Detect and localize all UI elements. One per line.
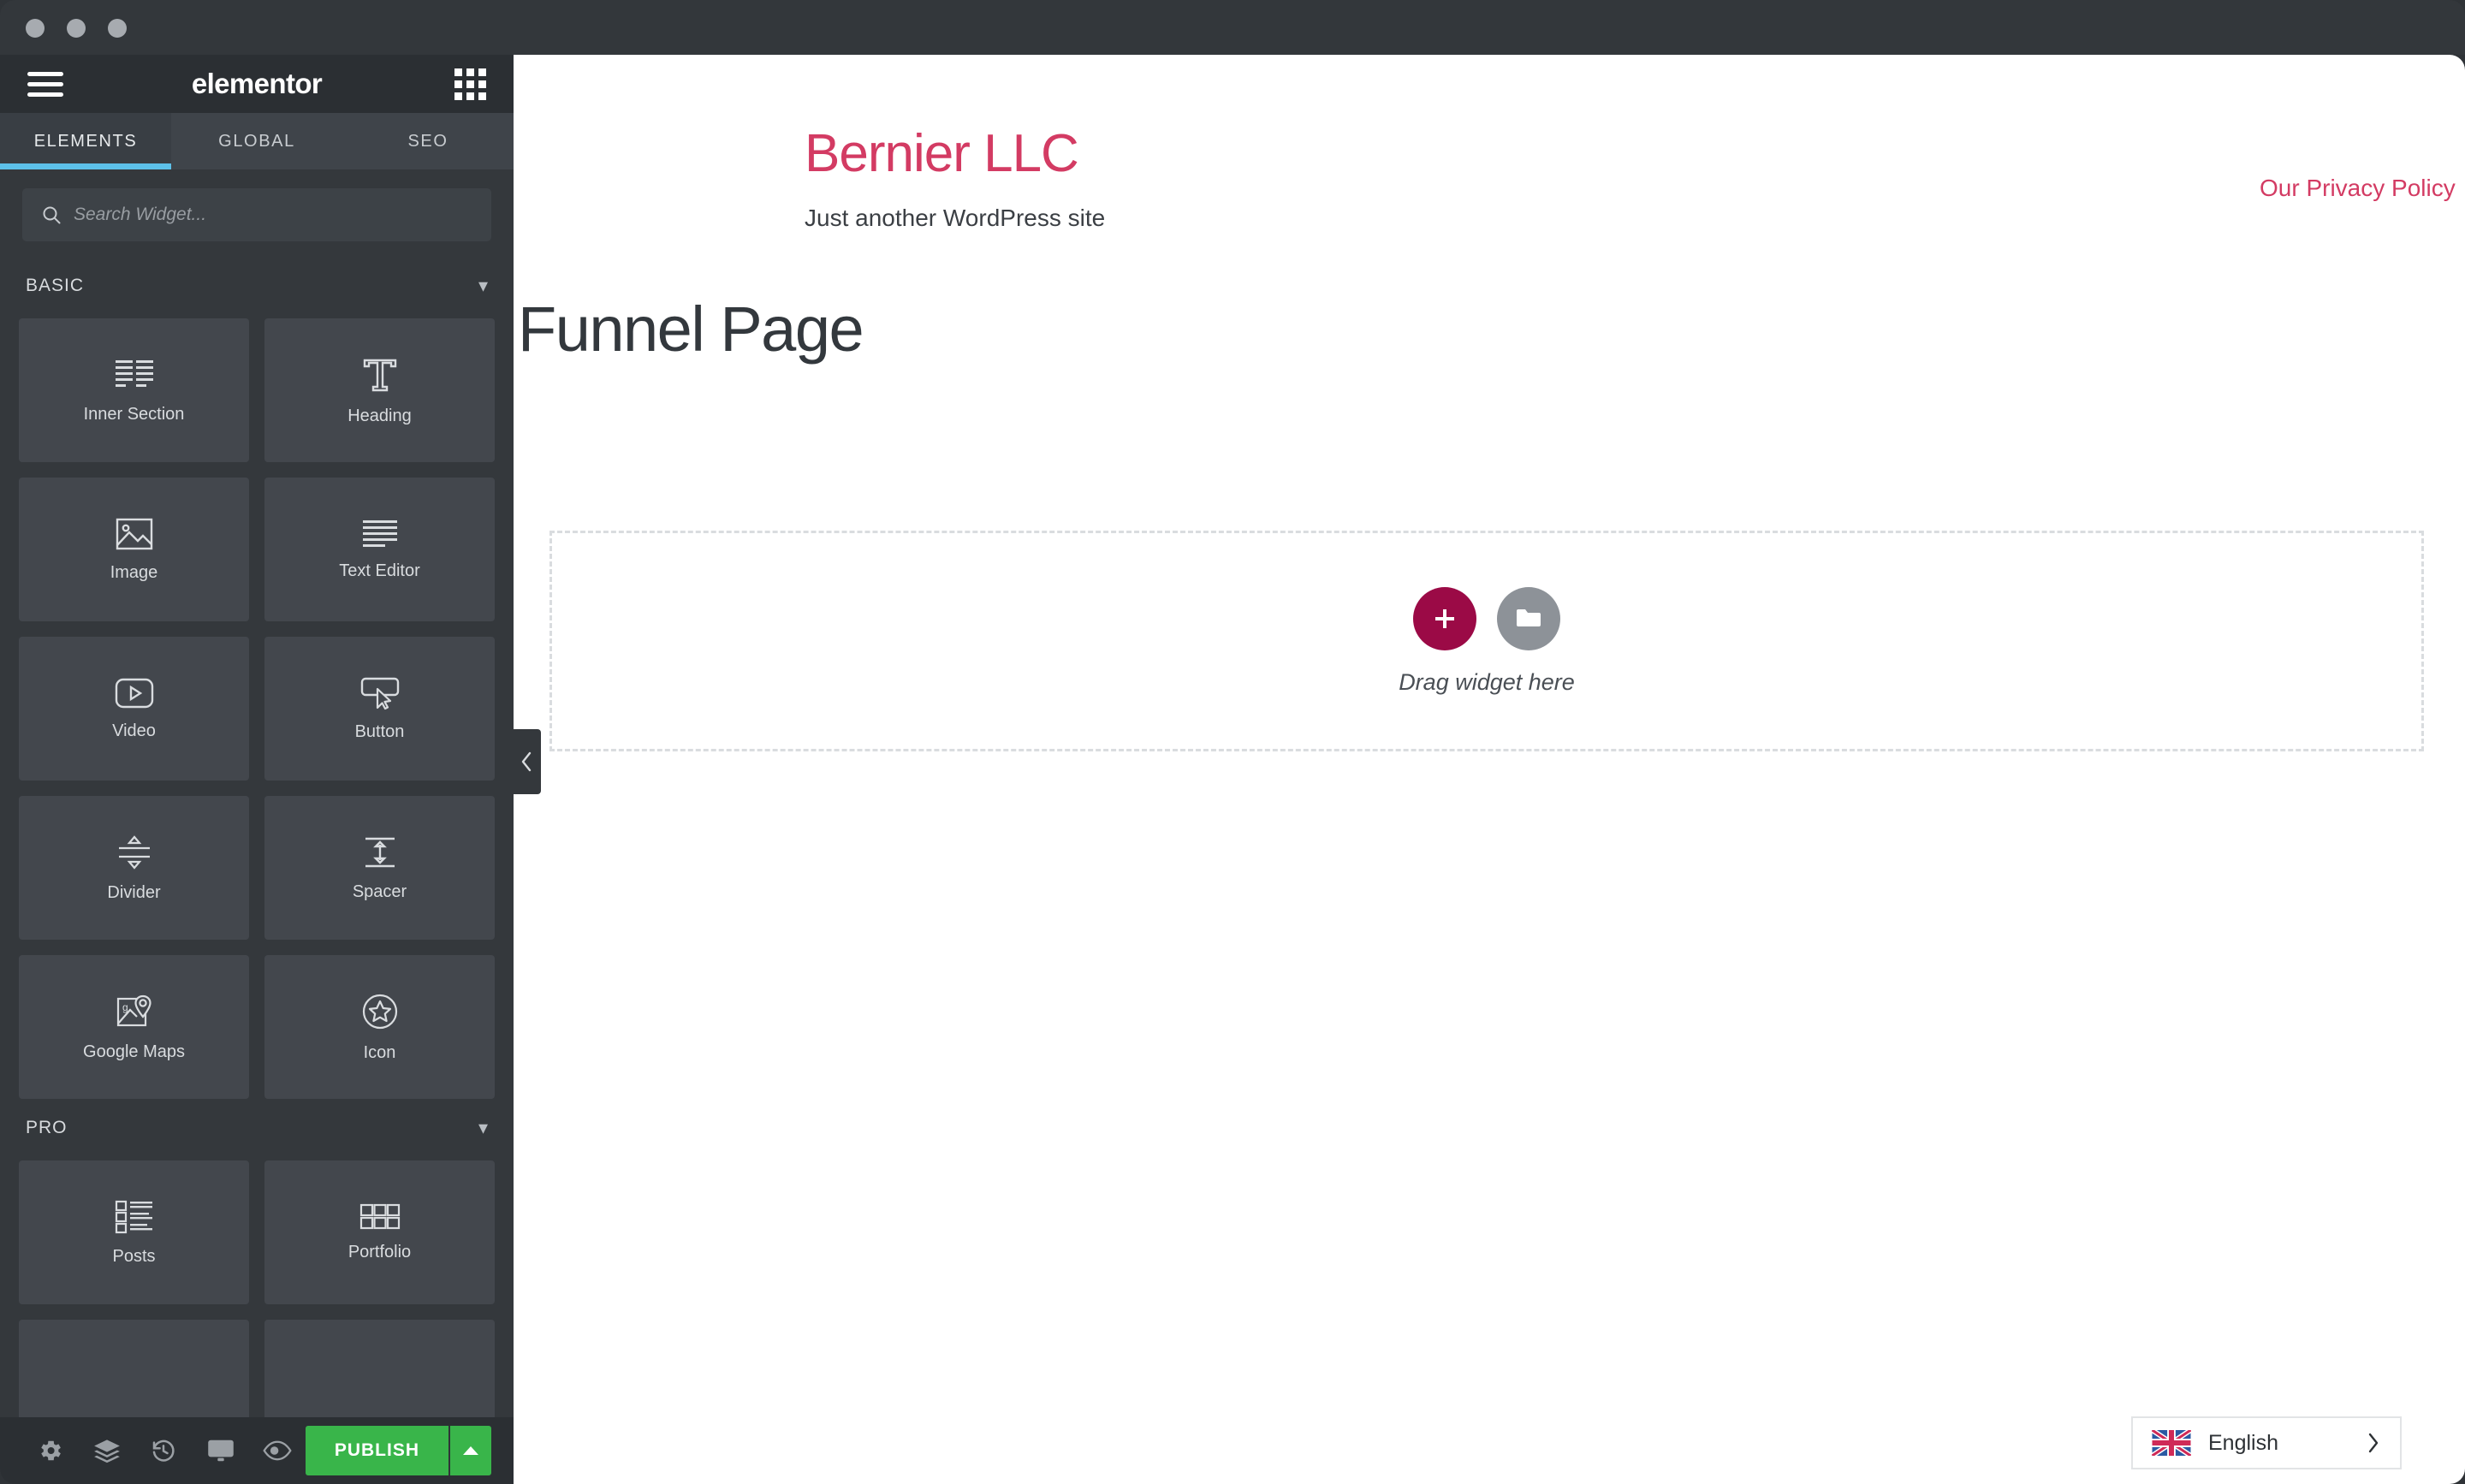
site-tagline: Just another WordPress site — [805, 205, 1106, 231]
add-template-button[interactable] — [1497, 586, 1560, 650]
page-title: Funnel Page — [518, 294, 864, 365]
widget-posts[interactable]: Posts — [19, 1160, 249, 1304]
widget-grid-basic: Inner Section Heading Image Text Editor … — [19, 318, 495, 1099]
widget-portfolio[interactable]: Portfolio — [264, 1160, 495, 1304]
widget-label: Divider — [107, 882, 161, 902]
widget-label: Posts — [112, 1246, 156, 1266]
search-widget-box[interactable] — [22, 188, 491, 241]
widget-label: Image — [110, 562, 158, 582]
widget-label: Spacer — [352, 881, 407, 901]
privacy-policy-link[interactable]: Our Privacy Policy — [2260, 175, 2456, 202]
elementor-editor-panel: elementor ELEMENTS GLOBAL SEO BASIC ▾ — [0, 55, 514, 1484]
minimize-window-button[interactable] — [67, 19, 86, 38]
publish-options-caret-icon[interactable] — [448, 1426, 491, 1475]
preview-eye-icon[interactable] — [249, 1425, 306, 1476]
apps-grid-icon[interactable] — [454, 68, 486, 100]
widget-label: Portfolio — [347, 1242, 412, 1261]
section-title-basic: BASIC — [26, 276, 85, 295]
plus-icon — [1435, 608, 1454, 628]
image-icon — [116, 518, 152, 549]
widget-text-editor[interactable]: Text Editor — [264, 478, 495, 621]
posts-list-icon — [115, 1200, 152, 1233]
widget-divider[interactable]: Divider — [19, 796, 249, 940]
spacer-icon — [365, 837, 395, 867]
widget-heading[interactable]: Heading — [264, 318, 495, 462]
traffic-light-buttons — [26, 19, 127, 38]
collapse-panel-button[interactable] — [514, 729, 541, 794]
window-title-bar — [0, 0, 2465, 55]
svg-text:g: g — [122, 1001, 128, 1013]
star-circle-icon — [362, 994, 397, 1029]
widget-grid-pro: Posts Portfolio — [19, 1160, 495, 1417]
chevron-down-icon[interactable]: ▾ — [478, 276, 488, 295]
panel-tabs: ELEMENTS GLOBAL SEO — [0, 113, 514, 169]
folder-icon — [1517, 608, 1541, 626]
panel-footer-toolbar: PUBLISH — [0, 1417, 514, 1484]
page-preview-canvas: Bernier LLC Just another WordPress site … — [514, 55, 2465, 1484]
heading-t-icon — [363, 359, 396, 391]
chevron-down-icon[interactable]: ▾ — [478, 1119, 488, 1137]
tab-elements[interactable]: ELEMENTS — [0, 113, 171, 169]
widget-google-maps[interactable]: g Google Maps — [19, 955, 249, 1099]
widget-video[interactable]: Video — [19, 637, 249, 781]
section-title-pro: PRO — [26, 1118, 68, 1137]
add-new-section-button[interactable] — [1413, 586, 1476, 650]
widget-inner-section[interactable]: Inner Section — [19, 318, 249, 462]
section-header-basic[interactable]: BASIC ▾ — [19, 257, 495, 318]
publish-button[interactable]: PUBLISH — [305, 1426, 448, 1475]
widget-image[interactable]: Image — [19, 478, 249, 621]
section-header-pro[interactable]: PRO ▾ — [19, 1099, 495, 1160]
tab-seo[interactable]: SEO — [342, 113, 514, 169]
divider-icon — [118, 834, 150, 870]
language-switcher[interactable]: English — [2131, 1416, 2402, 1469]
google-maps-pin-icon: g — [116, 994, 151, 1026]
widget-label: Heading — [347, 406, 412, 425]
drop-zone-actions — [1413, 586, 1560, 650]
widget-label: Icon — [363, 1042, 396, 1062]
widget-spacer[interactable]: Spacer — [264, 796, 495, 940]
zoom-window-button[interactable] — [108, 19, 127, 38]
elementor-logo-text: elementor — [191, 68, 323, 99]
widget-icon[interactable]: Icon — [264, 955, 495, 1099]
history-clock-icon[interactable] — [135, 1425, 192, 1476]
widget-cutoff-right[interactable] — [264, 1320, 495, 1417]
responsive-monitor-icon[interactable] — [192, 1425, 248, 1476]
publish-button-group: PUBLISH — [305, 1426, 491, 1475]
close-window-button[interactable] — [26, 19, 45, 38]
widget-list: BASIC ▾ Inner Section Heading Image Text… — [0, 257, 514, 1417]
drop-zone-hint: Drag widget here — [1399, 668, 1575, 695]
tab-global[interactable]: GLOBAL — [171, 113, 342, 169]
language-label: English — [2208, 1430, 2278, 1455]
search-input[interactable] — [74, 205, 472, 225]
widget-label: Inner Section — [83, 404, 185, 424]
button-cursor-icon — [360, 677, 399, 709]
widget-label: Video — [112, 721, 156, 740]
widget-label: Text Editor — [339, 561, 420, 580]
chevron-left-icon — [521, 751, 532, 772]
united-kingdom-flag — [2152, 1430, 2191, 1456]
search-container — [0, 169, 514, 257]
video-play-icon — [115, 678, 153, 708]
search-icon — [43, 206, 61, 224]
widget-button[interactable]: Button — [264, 637, 495, 781]
inner-section-icon — [115, 359, 153, 387]
panel-header: elementor — [0, 55, 514, 113]
hamburger-menu-icon[interactable] — [27, 71, 63, 97]
site-title: Bernier LLC — [805, 124, 1079, 183]
settings-gear-icon[interactable] — [22, 1425, 79, 1476]
navigator-layers-icon[interactable] — [79, 1425, 135, 1476]
chevron-right-icon — [2368, 1433, 2379, 1453]
widget-label: Button — [354, 721, 405, 741]
widget-drop-zone[interactable]: Drag widget here — [549, 531, 2424, 751]
portfolio-grid-icon — [359, 1203, 400, 1229]
site-header: Bernier LLC Just another WordPress site … — [514, 55, 2465, 231]
text-editor-icon — [362, 519, 397, 547]
widget-label: Google Maps — [83, 1042, 185, 1061]
widget-cutoff-left[interactable] — [19, 1320, 249, 1417]
